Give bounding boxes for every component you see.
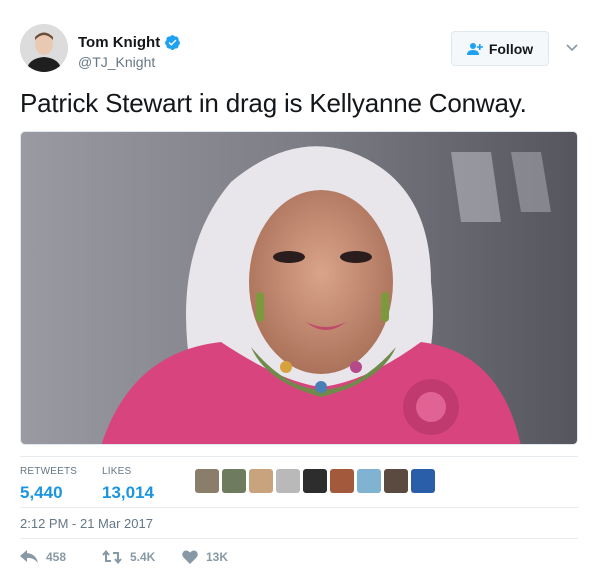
likers-avatars	[195, 469, 438, 493]
tweet-actions: 458 5.4K 13K	[20, 550, 228, 564]
liker-avatar[interactable]	[276, 469, 300, 493]
divider	[20, 456, 578, 457]
liker-avatar[interactable]	[249, 469, 273, 493]
liker-avatar[interactable]	[384, 469, 408, 493]
liker-avatar[interactable]	[357, 469, 381, 493]
retweets-label: RETWEETS	[20, 466, 78, 477]
like-count: 13K	[206, 550, 229, 564]
author-handle[interactable]: @TJ_Knight	[78, 54, 155, 70]
author-avatar[interactable]	[20, 24, 68, 72]
verified-badge-icon	[165, 35, 181, 50]
tweet-timestamp[interactable]: 2:12 PM - 21 Mar 2017	[20, 516, 153, 531]
retweet-count: 5.4K	[130, 550, 156, 564]
follow-button-label: Follow	[488, 40, 534, 57]
tweet-photo[interactable]	[20, 131, 578, 445]
author-name[interactable]: Tom Knight	[78, 34, 160, 51]
liker-avatar[interactable]	[330, 469, 354, 493]
like-button[interactable]: 13K	[182, 550, 228, 564]
add-user-icon	[466, 42, 483, 55]
reply-count: 458	[46, 550, 67, 564]
liker-avatar[interactable]	[303, 469, 327, 493]
retweets-value: 5,440	[20, 483, 63, 502]
tweet-header: Tom Knight @TJ_Knight Follow	[20, 24, 580, 76]
tweet-text: Patrick Stewart in drag is Kellyanne Con…	[20, 88, 527, 118]
likes-stat[interactable]: LIKES 13,014	[102, 466, 154, 503]
likes-value: 13,014	[102, 483, 154, 502]
likes-label: LIKES	[102, 466, 132, 477]
retweet-icon	[102, 550, 122, 564]
photo-icon	[21, 132, 577, 444]
retweets-stat[interactable]: RETWEETS 5,440	[20, 466, 77, 503]
retweet-button[interactable]: 5.4K	[102, 550, 182, 564]
reply-icon	[20, 550, 38, 563]
liker-avatar[interactable]	[411, 469, 435, 493]
chevron-down-icon[interactable]	[565, 40, 579, 54]
divider	[20, 507, 578, 508]
heart-icon	[182, 550, 198, 564]
divider	[20, 538, 578, 539]
liker-avatar[interactable]	[195, 469, 219, 493]
liker-avatar[interactable]	[222, 469, 246, 493]
avatar-photo-icon	[20, 24, 68, 72]
reply-button[interactable]: 458	[20, 550, 102, 564]
follow-button[interactable]: Follow	[451, 31, 549, 66]
